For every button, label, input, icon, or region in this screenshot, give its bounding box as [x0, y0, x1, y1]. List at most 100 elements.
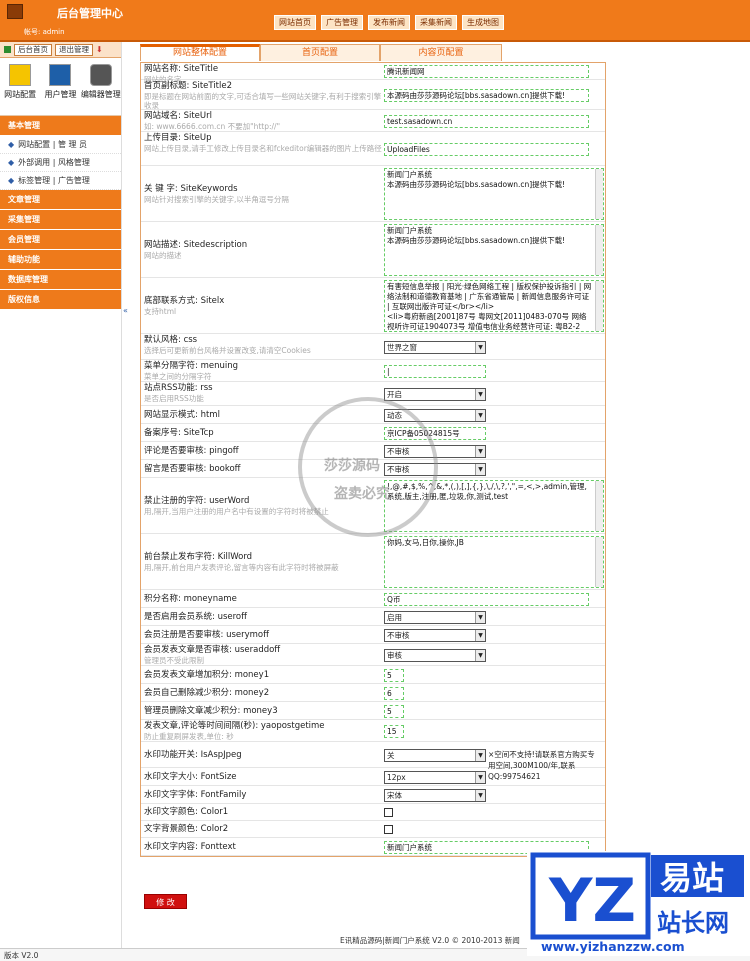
topnav-link[interactable]: 网站首页 [274, 15, 316, 30]
text-input[interactable]: 6 [384, 686, 404, 700]
submenu-link[interactable]: 管 理 员 [58, 140, 87, 149]
field-label-text: 关 键 字: SiteKeywords [144, 184, 238, 194]
select-dropdown[interactable]: 世界之窗 ▼ [384, 340, 486, 354]
field-label-text: 水印文字字体: FontFamily [144, 789, 247, 800]
textarea[interactable]: 你妈,女马,日你,操你,JB [384, 536, 604, 588]
chevron-down-icon[interactable]: ▼ [475, 789, 485, 801]
menu-section-6[interactable]: 版权信息 [0, 290, 121, 310]
field-label: 会员自己删除减少积分: money2 [144, 688, 382, 699]
separator: | [50, 140, 58, 149]
color-checkbox[interactable] [384, 825, 393, 834]
chevron-down-icon[interactable]: ▼ [475, 749, 485, 761]
submenu-link[interactable]: 标签管理 [18, 176, 50, 185]
submenu-link[interactable]: 网站配置 [18, 140, 50, 149]
field-hint: 网站上传目录,请手工修改上传目录名和fckeditor编辑器的图片上传路径 [144, 144, 382, 153]
field-label-text: 水印文字内容: Fonttext [144, 841, 236, 852]
menu-section-0[interactable]: 基本管理 [0, 116, 121, 136]
field-label: 首页副标题: SiteTitle2 即是标题在网站前面的文字,可适合填写一些网站关… [144, 81, 382, 110]
select-dropdown[interactable]: 启用 ▼ [384, 610, 486, 624]
text-input[interactable]: | [384, 364, 486, 378]
field-label-text: 会员自己删除减少积分: money2 [144, 687, 270, 698]
topnav-link[interactable]: 采集新闻 [415, 15, 457, 30]
form-row: 水印文字颜色: Color1 [141, 804, 605, 821]
text-input[interactable]: 本源码由莎莎源码论坛[bbs.sasadown.cn]提供下载! [384, 88, 589, 102]
submenu-link[interactable]: 广告管理 [58, 176, 90, 185]
quick-editor-manage[interactable]: 编辑器管理 [81, 64, 121, 115]
tab-site-config[interactable]: 网站整体配置 [140, 44, 260, 61]
text-input[interactable]: Q币 [384, 592, 589, 606]
textarea[interactable]: 新闻门户系统 本源码由莎莎源码论坛[bbs.sasadown.cn]提供下载! [384, 224, 604, 276]
select-dropdown[interactable]: 12px ▼ [384, 770, 486, 784]
text-input[interactable]: test.sasadown.cn [384, 114, 589, 128]
logout-button[interactable]: 退出管理 [55, 43, 93, 56]
textarea[interactable]: 新闻门户系统 本源码由莎莎源码论坛[bbs.sasadown.cn]提供下载! [384, 168, 604, 220]
text-input[interactable]: 5 [384, 704, 404, 718]
quick-site-config[interactable]: 网站配置 [0, 64, 40, 115]
menu-section-3[interactable]: 会员管理 [0, 230, 121, 250]
field-label-text: 是否启用会员系统: useroff [144, 611, 247, 622]
field-control: 审核 ▼ [384, 648, 486, 662]
chevron-down-icon[interactable]: ▼ [475, 611, 485, 623]
chevron-down-icon[interactable]: ▼ [475, 388, 485, 400]
separator: | [50, 158, 58, 167]
bullet-icon: ◆ [8, 158, 15, 167]
text-input[interactable]: 腾讯新闻网 [384, 65, 589, 78]
text-input[interactable]: 5 [384, 668, 404, 682]
chevron-down-icon[interactable]: ▼ [475, 649, 485, 661]
bullet-icon: ◆ [8, 140, 15, 149]
chevron-down-icon[interactable]: ▼ [475, 445, 485, 457]
select-dropdown[interactable]: 宋体 ▼ [384, 788, 486, 802]
select-dropdown[interactable]: 关 ▼ [384, 748, 486, 762]
field-label: 关 键 字: SiteKeywords 网站针对搜索引擎的关键字,以半角逗号分隔 [144, 184, 382, 204]
chevron-down-icon[interactable]: ▼ [475, 341, 485, 353]
quick-user-manage[interactable]: 用户管理 [40, 64, 80, 115]
field-label: 网站域名: SiteUrl 如: www.6666.com.cn 不要加"http… [144, 111, 382, 131]
tab-home-config[interactable]: 首页配置 [260, 44, 380, 61]
home-button[interactable]: 后台首页 [14, 43, 52, 56]
field-control: 12px ▼ [384, 770, 486, 784]
user-manage-icon [49, 64, 72, 86]
chevron-down-icon[interactable]: ▼ [475, 629, 485, 641]
submit-button[interactable]: 修 改 [144, 894, 187, 909]
field-control: 关 ▼ ×空间不支持!请联系官方购买专用空间,300M100/年,联系QQ:9975… [384, 748, 595, 781]
textarea[interactable]: 有害短信息举报 | 阳光·绿色网络工程 | 版权保护投诉指引 | 网络法制和道德… [384, 280, 604, 332]
watermark-sub: 站长网 [657, 909, 729, 937]
submenu-link[interactable]: 外部调用 [18, 158, 50, 167]
quick-label: 用户管理 [44, 90, 77, 99]
collapse-icon[interactable]: « [123, 306, 133, 316]
menu-section-4[interactable]: 辅助功能 [0, 250, 121, 270]
chevron-down-icon[interactable]: ▼ [475, 463, 485, 475]
chevron-down-icon[interactable]: ▼ [475, 409, 485, 421]
field-label: 发表文章,评论等时间间隔(秒): yaopostgetime 防止重复刷屏发表,单… [144, 721, 382, 741]
chevron-down-icon[interactable]: ▼ [475, 771, 485, 783]
topnav-link[interactable]: 生成地图 [462, 15, 504, 30]
down-arrow-icon[interactable]: ⬇ [96, 45, 103, 54]
field-hint: 管理员不受此限制 [144, 656, 204, 665]
scrollbar[interactable] [595, 481, 603, 531]
menu-section-5[interactable]: 数据库管理 [0, 270, 121, 290]
menu-section-2[interactable]: 采集管理 [0, 210, 121, 230]
scrollbar[interactable] [595, 225, 603, 275]
select-dropdown[interactable]: 不审核 ▼ [384, 628, 486, 642]
menu-section-1[interactable]: 文章管理 [0, 190, 121, 210]
sidebar-toggle-icon[interactable] [4, 46, 11, 53]
color-checkbox[interactable] [384, 808, 393, 817]
select-value: 不审核 [387, 630, 410, 640]
app-title: 后台管理中心 [57, 7, 123, 20]
text-input[interactable]: 15 [384, 724, 404, 738]
tab-content-config[interactable]: 内容页配置 [380, 44, 502, 61]
topnav-link[interactable]: 广告管理 [321, 15, 363, 30]
form-row: 会员发表文章增加积分: money1 5 [141, 666, 605, 684]
form-row: 关 键 字: SiteKeywords 网站针对搜索引擎的关键字,以半角逗号分隔新… [141, 166, 605, 222]
form-row: 是否启用会员系统: useroff 启用 ▼ [141, 608, 605, 626]
field-control [384, 808, 393, 817]
select-dropdown[interactable]: 开启 ▼ [384, 387, 486, 401]
scrollbar[interactable] [595, 537, 603, 587]
select-dropdown[interactable]: 审核 ▼ [384, 648, 486, 662]
field-label-text: 会员发表文章是否审核: useraddoff [144, 645, 281, 655]
topnav-link[interactable]: 发布新闻 [368, 15, 410, 30]
scrollbar[interactable] [595, 281, 603, 331]
text-input[interactable]: UploadFiles [384, 142, 589, 156]
submenu-link[interactable]: 风格管理 [58, 158, 90, 167]
scrollbar[interactable] [595, 169, 603, 219]
